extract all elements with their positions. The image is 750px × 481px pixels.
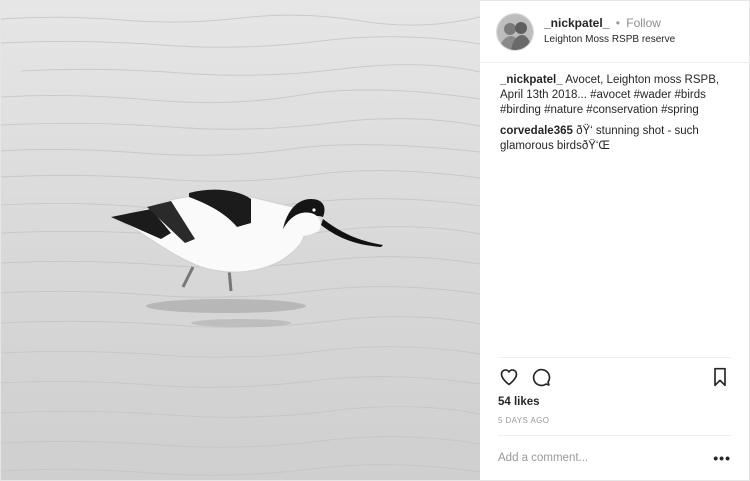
comment-username[interactable]: corvedale365 [500,125,573,137]
avocet-photo-image [1,1,480,480]
comments-list: _nickpatel_ Avocet, Leighton moss RSPB, … [480,63,749,357]
likes-count[interactable]: 54 likes [498,396,731,408]
action-icons [498,364,731,390]
comment-icon[interactable] [530,366,552,388]
instagram-post: _nickpatel_ • Follow Leighton Moss RSPB … [0,0,750,481]
post-photo[interactable] [1,1,480,480]
comment-item: corvedale365 ðŸ‘ stunning shot - such gl… [500,124,729,154]
username-link[interactable]: _nickpatel_ [544,16,609,30]
heart-icon[interactable] [498,366,520,388]
add-comment-bar: ••• [498,435,731,480]
post-sidebar: _nickpatel_ • Follow Leighton Moss RSPB … [480,1,749,480]
comment-input[interactable] [498,452,714,464]
header-top-line: _nickpatel_ • Follow [544,15,675,31]
bookmark-icon[interactable] [709,366,731,388]
avatar[interactable] [496,12,534,51]
avatar-image [497,13,533,50]
follow-button[interactable]: Follow [626,16,661,30]
comment-username[interactable]: _nickpatel_ [500,74,563,86]
post-header: _nickpatel_ • Follow Leighton Moss RSPB … [480,1,749,63]
comment-item: _nickpatel_ Avocet, Leighton moss RSPB, … [500,73,729,118]
post-timestamp: 5 DAYS AGO [498,416,550,425]
post-actions: 54 likes 5 DAYS AGO [498,357,731,435]
location-link[interactable]: Leighton Moss RSPB reserve [544,32,675,48]
header-text: _nickpatel_ • Follow Leighton Moss RSPB … [544,15,675,48]
more-options-icon[interactable]: ••• [713,450,731,466]
separator-dot: • [615,16,620,30]
